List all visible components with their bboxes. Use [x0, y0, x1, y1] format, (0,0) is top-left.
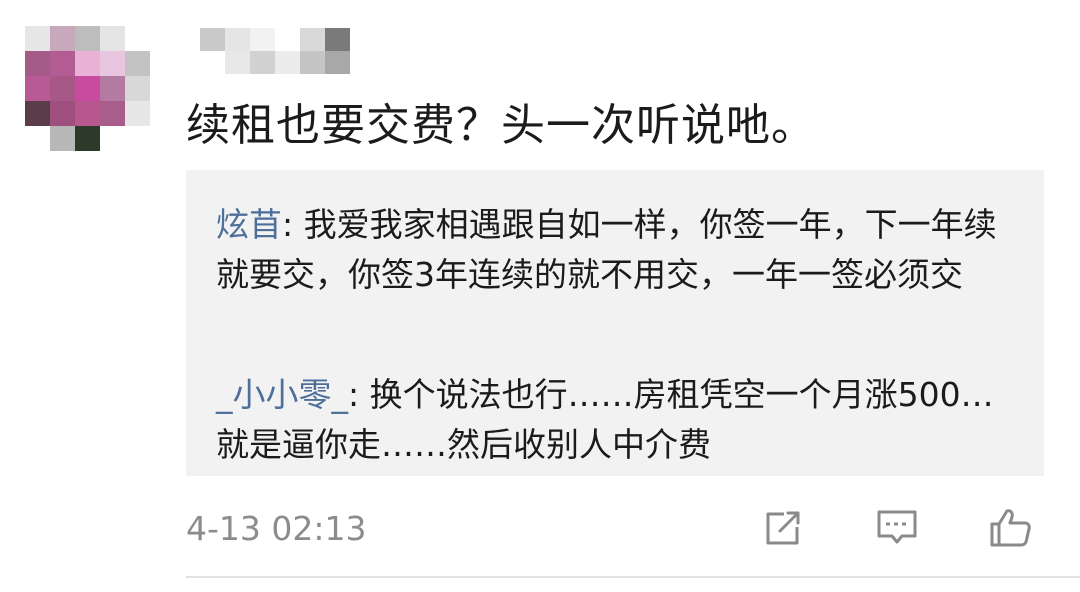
reply-separator: :	[282, 205, 304, 244]
username-pixel	[225, 28, 250, 51]
avatar[interactable]	[25, 26, 150, 151]
avatar-pixel	[50, 76, 75, 101]
avatar-pixel	[100, 126, 125, 151]
reply-author[interactable]: _小小零_	[216, 375, 348, 414]
username-pixel	[250, 51, 275, 74]
comment-text: 续租也要交费？头一次听说吔。	[186, 100, 816, 151]
share-button[interactable]	[758, 503, 808, 553]
avatar-pixel	[25, 51, 50, 76]
reply-preview-box[interactable]: 炫苜: 我爱我家相遇跟自如一样，你签一年，下一年续就要交，你签3年连续的就不用交…	[186, 170, 1044, 476]
username-pixel	[225, 51, 250, 74]
avatar-pixel	[25, 76, 50, 101]
share-icon	[766, 511, 800, 545]
username-pixel	[200, 51, 225, 74]
avatar-pixel	[100, 51, 125, 76]
avatar-pixel	[100, 76, 125, 101]
username-pixel	[200, 28, 225, 51]
username-pixel	[325, 28, 350, 51]
username-pixel	[300, 28, 325, 51]
reply-item: 炫苜: 我爱我家相遇跟自如一样，你签一年，下一年续就要交，你签3年连续的就不用交…	[216, 200, 1016, 300]
avatar-pixel	[100, 26, 125, 51]
username-blurred[interactable]	[200, 28, 350, 74]
comment-timestamp: 4-13 02:13	[186, 509, 367, 548]
avatar-pixel	[125, 51, 150, 76]
avatar-pixel	[50, 26, 75, 51]
reply-text: 我爱我家相遇跟自如一样，你签一年，下一年续就要交，你签3年连续的就不用交，一年一…	[216, 205, 997, 294]
username-pixel	[275, 51, 300, 74]
avatar-pixel	[25, 101, 50, 126]
comment-icon	[877, 510, 917, 544]
avatar-pixel	[50, 126, 75, 151]
comment-button[interactable]	[872, 503, 922, 553]
username-pixel	[275, 28, 300, 51]
avatar-pixel	[125, 26, 150, 51]
avatar-pixel	[25, 126, 50, 151]
username-pixel	[300, 51, 325, 74]
reply-separator: :	[348, 375, 370, 414]
reply-item: _小小零_: 换个说法也行……房租凭空一个月涨500…就是逼你走……然后收别人中…	[216, 370, 1016, 470]
divider	[186, 576, 1080, 578]
avatar-pixel	[75, 76, 100, 101]
avatar-pixel	[75, 126, 100, 151]
reply-author[interactable]: 炫苜	[216, 205, 282, 244]
avatar-pixel	[125, 101, 150, 126]
avatar-pixel	[125, 76, 150, 101]
avatar-pixel	[75, 51, 100, 76]
avatar-pixel	[100, 101, 125, 126]
avatar-pixel	[25, 26, 50, 51]
like-button[interactable]	[985, 503, 1035, 553]
like-icon	[990, 509, 1031, 547]
avatar-pixel	[50, 101, 75, 126]
avatar-pixel	[75, 26, 100, 51]
avatar-pixel	[75, 101, 100, 126]
username-pixel	[325, 51, 350, 74]
username-pixel	[250, 28, 275, 51]
avatar-pixel	[125, 126, 150, 151]
avatar-pixel	[50, 51, 75, 76]
